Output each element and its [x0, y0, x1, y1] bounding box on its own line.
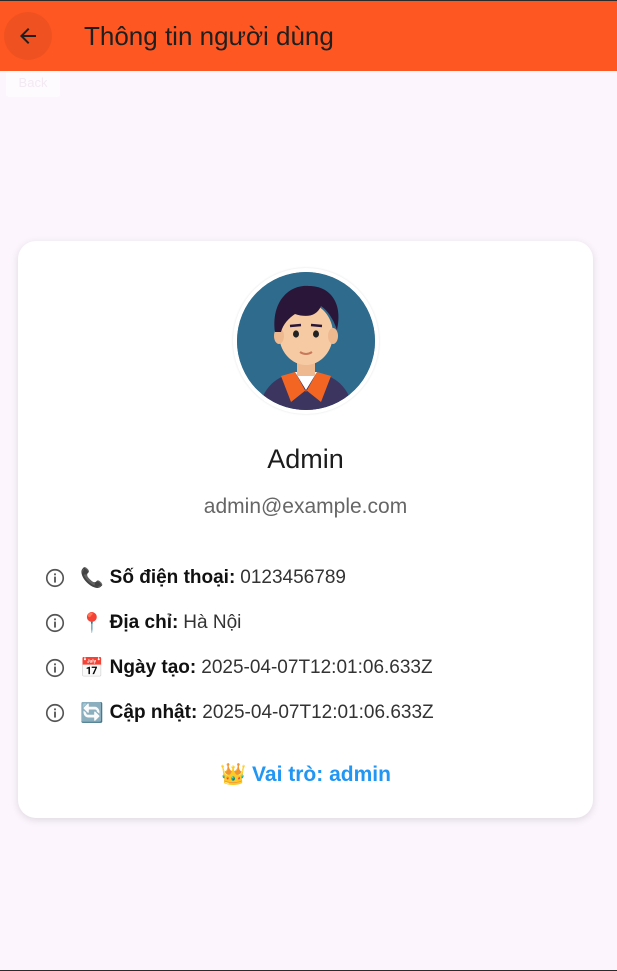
pin-icon: 📍	[80, 613, 104, 634]
user-name: Admin	[267, 444, 344, 474]
created-label: Ngày tạo:	[109, 657, 197, 678]
created-value: 2025-04-07T12:01:06.633Z	[201, 657, 433, 678]
arrow-left-icon	[20, 28, 36, 44]
updated-value: 2025-04-07T12:01:06.633Z	[202, 702, 434, 723]
profile-card: Admin admin@example.com 📞 Số điện thoại:…	[18, 241, 593, 818]
refresh-icon: 🔄	[80, 703, 104, 724]
back-tooltip: Back	[6, 71, 60, 97]
avatar-image	[237, 272, 375, 410]
info-row-address: 📍 Địa chỉ: Hà Nội	[44, 607, 584, 639]
calendar-icon: 📅	[80, 658, 104, 679]
info-row-created: 📅 Ngày tạo: 2025-04-07T12:01:06.633Z	[44, 652, 584, 684]
info-icon	[45, 613, 65, 633]
info-row-updated: 🔄 Cập nhật: 2025-04-07T12:01:06.633Z	[44, 697, 584, 729]
back-button[interactable]	[4, 12, 52, 60]
info-icon	[45, 568, 65, 588]
address-label: Địa chỉ:	[109, 612, 179, 633]
phone-icon: 📞	[80, 568, 104, 589]
phone-value: 0123456789	[240, 567, 346, 588]
app-screen: Thông tin người dùng Back Admin admin@ex…	[0, 0, 617, 971]
info-icon	[45, 658, 65, 678]
avatar	[233, 268, 379, 414]
updated-label: Cập nhật:	[109, 702, 198, 723]
phone-label: Số điện thoại:	[109, 567, 236, 588]
user-email: admin@example.com	[203, 495, 408, 518]
info-row-phone: 📞 Số điện thoại: 0123456789	[44, 562, 584, 594]
info-icon	[45, 703, 65, 723]
address-value: Hà Nội	[183, 612, 242, 633]
role-badge: 👑 Vai trò: admin	[220, 763, 391, 786]
app-bar: Thông tin người dùng	[0, 1, 617, 71]
page-title: Thông tin người dùng	[84, 21, 334, 51]
